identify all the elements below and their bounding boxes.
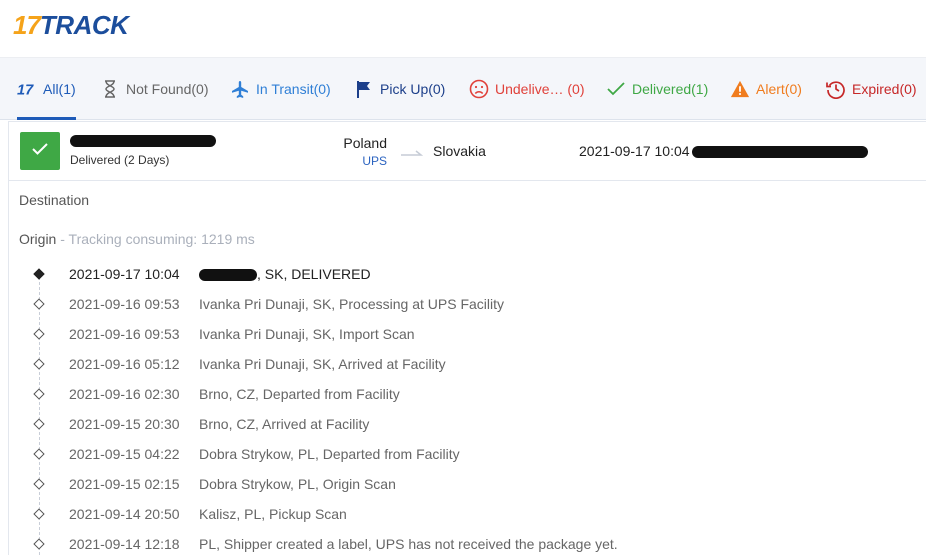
route-arrow-icon — [401, 144, 424, 162]
latest-event-time: 2021-09-17 10:04 — [579, 143, 690, 159]
event-description: Dobra Strykow, PL, Departed from Facilit… — [199, 446, 460, 462]
event-time: 2021-09-16 09:53 — [69, 296, 180, 312]
timeline-event: 2021-09-17 10:04 , SK, DELIVERED — [0, 264, 926, 294]
destination-country: Slovakia — [433, 143, 486, 159]
event-description: Brno, CZ, Departed from Facility — [199, 386, 400, 402]
event-description: Ivanka Pri Dunaji, SK, Processing at UPS… — [199, 296, 505, 312]
origin-label: Origin — [19, 231, 57, 247]
warning-icon — [730, 79, 750, 99]
tab-all[interactable]: 17 All(1) — [17, 58, 76, 120]
event-time: 2021-09-16 02:30 — [69, 386, 180, 402]
event-time: 2021-09-17 10:04 — [69, 266, 180, 282]
flag-icon — [354, 79, 374, 99]
event-time: 2021-09-16 05:12 — [69, 356, 180, 372]
tab-expired[interactable]: Expired(0) — [826, 58, 917, 119]
timeline-event: 2021-09-16 02:30 Brno, CZ, Departed from… — [0, 384, 926, 414]
tab-in-transit-label: In Transit(0) — [256, 80, 331, 97]
timeline-dot-icon — [33, 388, 45, 400]
status-tabs: 17 All(1) Not Found(0) In Transit(0) Pic… — [0, 58, 926, 120]
tab-not-found-label: Not Found(0) — [126, 80, 209, 97]
svg-text:17: 17 — [17, 82, 34, 97]
timeline-dot-icon — [33, 328, 45, 340]
event-description: Ivanka Pri Dunaji, SK, Import Scan — [199, 326, 415, 342]
timeline-dot-icon — [33, 268, 45, 280]
timeline-event: 2021-09-14 20:50 Kalisz, PL, Pickup Scan — [0, 504, 926, 534]
shipment-row[interactable]: Delivered (2 Days) Poland UPS Slovakia 2… — [8, 121, 926, 181]
hourglass-icon — [100, 79, 120, 99]
event-description: PL, Shipper created a label, UPS has not… — [199, 536, 618, 552]
tab-alert-label: Alert(0) — [756, 80, 802, 97]
event-description-text: , SK, DELIVERED — [257, 266, 371, 282]
tab-delivered-label: Delivered(1) — [632, 80, 709, 97]
tab-not-found[interactable]: Not Found(0) — [100, 58, 208, 119]
timeline-event: 2021-09-15 04:22 Dobra Strykow, PL, Depa… — [0, 444, 926, 474]
17track-logo[interactable]: 17 TRACK — [13, 10, 129, 40]
event-time: 2021-09-16 09:53 — [69, 326, 180, 342]
delivered-duration: Delivered (2 Days) — [70, 153, 170, 167]
sad-face-icon — [469, 79, 489, 99]
timeline-event: 2021-09-16 09:53 Ivanka Pri Dunaji, SK, … — [0, 294, 926, 324]
timeline-dot-icon — [33, 448, 45, 460]
clock-history-icon — [826, 79, 846, 99]
event-time: 2021-09-14 20:50 — [69, 506, 180, 522]
destination-section-label: Destination — [19, 192, 90, 208]
timeline-dot-icon — [33, 358, 45, 370]
event-description: Ivanka Pri Dunaji, SK, Arrived at Facili… — [199, 356, 446, 372]
timeline-event: 2021-09-14 12:18 PL, Shipper created a l… — [0, 534, 926, 555]
timeline-dot-icon — [33, 538, 45, 550]
tracking-number[interactable] — [70, 132, 216, 147]
checkmark-icon — [606, 79, 626, 99]
tab-in-transit[interactable]: In Transit(0) — [230, 58, 331, 119]
timeline-dot-icon — [33, 418, 45, 430]
redacted-latest-location — [691, 146, 868, 159]
tab-delivered[interactable]: Delivered(1) — [606, 58, 708, 119]
top-header: 17 TRACK — [0, 0, 926, 58]
logo-word: TRACK — [39, 10, 129, 40]
timeline-event: 2021-09-16 05:12 Ivanka Pri Dunaji, SK, … — [0, 354, 926, 384]
redacted-tracking-number — [70, 134, 216, 147]
event-description: Kalisz, PL, Pickup Scan — [199, 506, 347, 522]
latest-event: 2021-09-17 10:04 — [579, 143, 868, 159]
delivered-status-box — [20, 132, 60, 170]
tracking-consuming-text: - Tracking consuming: 1219 ms — [56, 231, 255, 247]
timeline-event: 2021-09-15 20:30 Brno, CZ, Arrived at Fa… — [0, 414, 926, 444]
timeline-event: 2021-09-15 02:15 Dobra Strykow, PL, Orig… — [0, 474, 926, 504]
tab-undelivered[interactable]: Undelive… (0) — [469, 58, 584, 119]
redacted-location — [199, 269, 257, 282]
event-time: 2021-09-15 02:15 — [69, 476, 180, 492]
tab-all-label: All(1) — [43, 80, 76, 97]
timeline-dot-icon — [33, 298, 45, 310]
carrier-link[interactable]: UPS — [309, 154, 387, 168]
timeline-event: 2021-09-16 09:53 Ivanka Pri Dunaji, SK, … — [0, 324, 926, 354]
timeline-dot-icon — [33, 478, 45, 490]
tab-alert[interactable]: Alert(0) — [730, 58, 802, 119]
airplane-icon — [230, 79, 250, 99]
event-description: Brno, CZ, Arrived at Facility — [199, 416, 370, 432]
timeline-dot-icon — [33, 508, 45, 520]
tab-pick-up[interactable]: Pick Up(0) — [354, 58, 445, 119]
origin-section-label: Origin - Tracking consuming: 1219 ms — [19, 231, 255, 247]
logo-number: 17 — [13, 10, 41, 40]
event-description: , SK, DELIVERED — [199, 266, 371, 282]
tab-pick-up-label: Pick Up(0) — [380, 80, 446, 97]
check-icon — [31, 142, 49, 161]
seventeen-logo-icon: 17 — [17, 79, 37, 99]
event-description: Dobra Strykow, PL, Origin Scan — [199, 476, 396, 492]
tab-expired-label: Expired(0) — [852, 80, 917, 97]
origin-country: Poland — [343, 135, 387, 151]
event-time: 2021-09-14 12:18 — [69, 536, 180, 552]
event-time: 2021-09-15 04:22 — [69, 446, 180, 462]
tab-undelivered-label: Undelive… (0) — [495, 80, 585, 97]
event-time: 2021-09-15 20:30 — [69, 416, 180, 432]
